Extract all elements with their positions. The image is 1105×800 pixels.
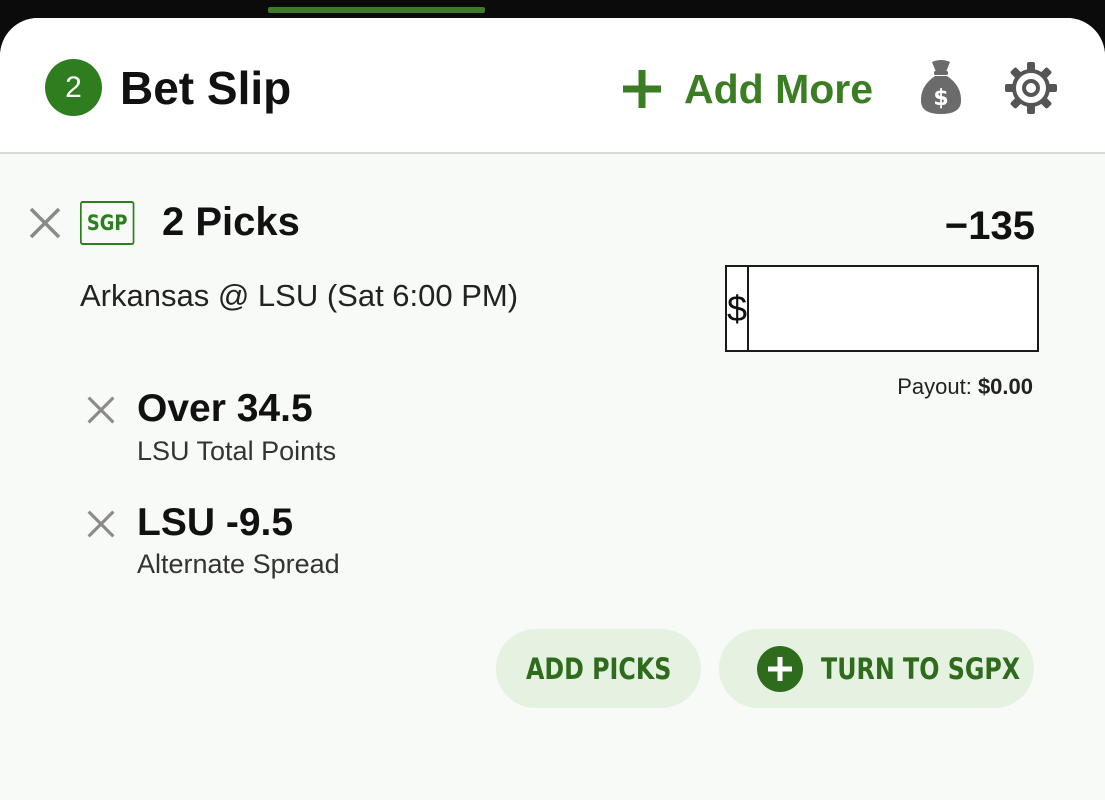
gear-icon[interactable] [1003,60,1059,116]
plus-icon [623,70,661,108]
payout-amount: $0.00 [977,374,1033,399]
currency-symbol: $ [727,267,750,350]
remove-leg-close-icon[interactable] [86,509,116,539]
add-picks-button[interactable]: ADD PICKS [496,629,701,708]
payout-text: Payout: $0.00 [897,374,1033,400]
game-matchup: Arkansas @ LSU (Sat 6:00 PM) [80,278,519,313]
payout-label: Payout: [897,374,972,399]
plus-circle-icon [757,645,803,692]
bet-odds: −135 [944,204,1035,248]
svg-text:$: $ [933,86,948,111]
money-bag-icon[interactable]: $ [918,58,964,116]
pick-count-badge: 2 [45,59,102,116]
leg-market: LSU Total Points [137,436,337,466]
sheet-drag-handle[interactable] [268,7,485,13]
leg-selection: Over 34.5 [137,387,313,430]
bet-slip-sheet: 2 Bet Slip Add More $ SGP 2 Picks −135 A… [0,18,1105,800]
wager-input-group[interactable]: $ [725,265,1105,352]
turn-to-sgpx-label: TURN TO SGPX [821,651,1021,686]
leg-selection: LSU -9.5 [137,501,294,544]
bet-title: 2 Picks [162,200,300,244]
remove-leg-close-icon[interactable] [86,395,116,425]
wager-amount-input[interactable] [749,267,1105,350]
add-picks-label: ADD PICKS [525,651,672,686]
add-more-label: Add More [684,65,874,112]
bet-slip-header: 2 Bet Slip Add More $ [0,18,1105,154]
turn-to-sgpx-button[interactable]: TURN TO SGPX [719,629,1034,708]
add-more-button[interactable]: Add More [622,62,873,116]
sgp-badge: SGP [80,201,135,245]
leg-market: Alternate Spread [137,549,340,579]
page-title: Bet Slip [120,62,292,114]
remove-bet-close-icon[interactable] [28,206,62,240]
status-bar [0,0,1105,20]
